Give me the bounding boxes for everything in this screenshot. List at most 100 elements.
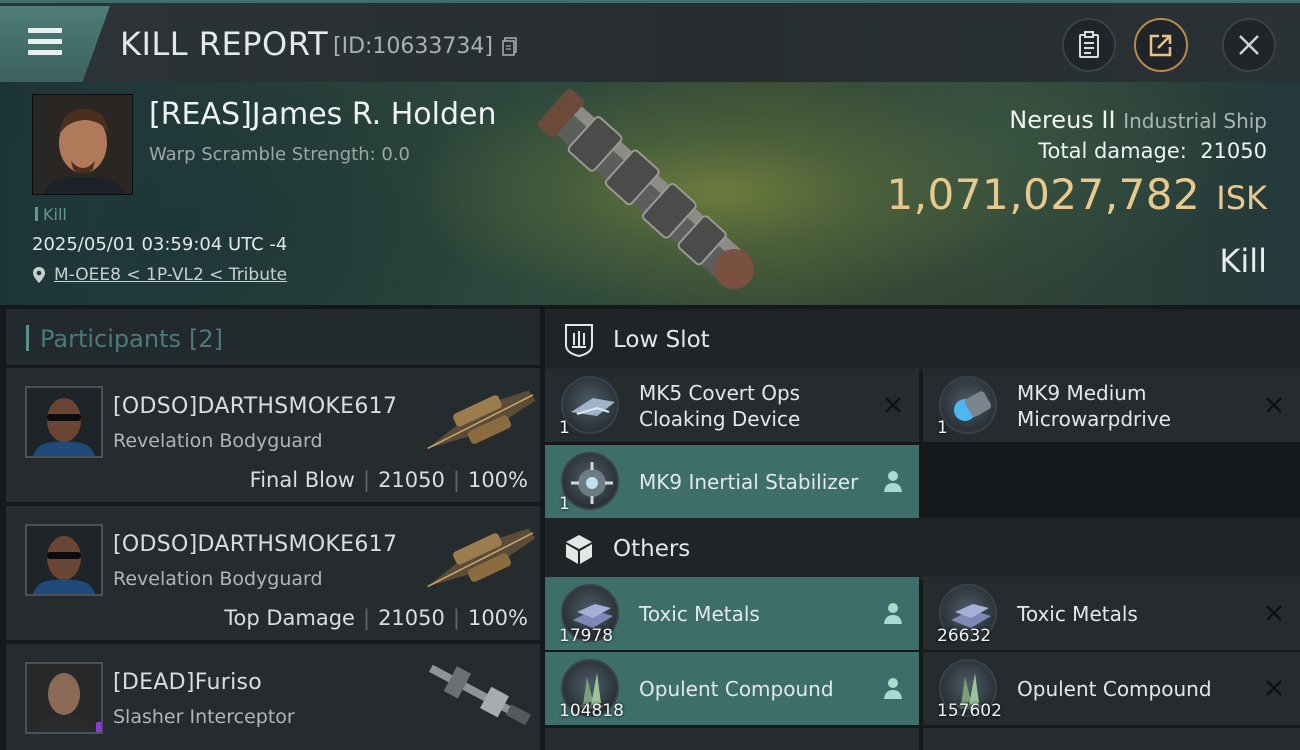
clipboard-icon bbox=[1079, 31, 1099, 58]
destroyed-icon bbox=[885, 397, 901, 413]
page-title: KILL REPORT bbox=[120, 25, 329, 63]
dropped-person-icon bbox=[884, 471, 902, 492]
location-pin-icon bbox=[33, 267, 45, 283]
cargo-item[interactable]: 17978 Toxic Metals bbox=[545, 577, 919, 650]
participant-ship-image bbox=[427, 390, 536, 450]
victim-name[interactable]: [REAS]James R. Holden bbox=[149, 97, 496, 132]
participant-damage: 21050 bbox=[378, 606, 445, 630]
portrait-image bbox=[27, 526, 101, 594]
destroyed-icon bbox=[1266, 397, 1282, 413]
participant-row[interactable]: [ODSO]DARTHSMOKE617 Revelation Bodyguard… bbox=[6, 506, 540, 640]
share-icon bbox=[1149, 34, 1172, 57]
menu-icon-bar bbox=[28, 50, 62, 55]
victim-summary: [REAS]James R. Holden Warp Scramble Stre… bbox=[0, 82, 1300, 305]
participants-header[interactable]: Participants [2] bbox=[6, 309, 540, 365]
participant-ship-image bbox=[429, 664, 531, 726]
item-name: MK5 Covert Ops Cloaking Device bbox=[639, 380, 801, 431]
destroyed-icon bbox=[1266, 605, 1282, 621]
total-damage-label: Total damage: bbox=[1038, 139, 1187, 163]
security-badge: i bbox=[96, 722, 101, 732]
portrait-image bbox=[27, 388, 101, 456]
location-link[interactable]: M-OEE8 < 1P-VL2 < Tribute bbox=[54, 265, 287, 285]
participant-name: [ODSO]DARTHSMOKE617 bbox=[113, 394, 398, 419]
isk-value: 1,071,027,782 bbox=[886, 170, 1201, 219]
module-item[interactable]: 1 MK9 Inertial Stabilizer bbox=[545, 445, 919, 518]
title-bar: KILL REPORT [ID:10633734] bbox=[0, 0, 1300, 82]
victim-ship-image bbox=[537, 88, 755, 290]
participant-stats: Top Damage | 21050 | 100% bbox=[224, 606, 528, 630]
copy-icon[interactable] bbox=[502, 37, 517, 56]
item-quantity: 1 bbox=[937, 418, 948, 438]
participant-ship: Slasher Interceptor bbox=[113, 706, 295, 728]
participant-percent: 100% bbox=[467, 606, 528, 630]
victim-portrait[interactable] bbox=[32, 94, 133, 195]
isk-unit: ISK bbox=[1216, 179, 1267, 217]
kill-timestamp: 2025/05/01 03:59:04 UTC -4 bbox=[32, 234, 288, 255]
participant-percent: 100% bbox=[467, 468, 528, 492]
item-name: MK9 Medium Microwarpdrive bbox=[1017, 380, 1171, 431]
others-header: Others bbox=[545, 518, 1300, 580]
menu-button[interactable] bbox=[0, 6, 110, 82]
cargo-item[interactable]: 26632 Toxic Metals bbox=[923, 577, 1300, 650]
module-item[interactable]: 1 MK9 Medium Microwarpdrive bbox=[923, 369, 1300, 442]
participant-portrait bbox=[25, 386, 103, 458]
participant-row[interactable]: i [DEAD]Furiso Slasher Interceptor bbox=[6, 644, 540, 750]
module-item[interactable]: 1 MK5 Covert Ops Cloaking Device bbox=[545, 369, 919, 442]
total-damage: Total damage: 21050 bbox=[1038, 139, 1267, 163]
close-icon bbox=[1239, 35, 1259, 55]
cargo-item[interactable]: 157602 Opulent Compound bbox=[923, 652, 1300, 725]
participant-role: Top Damage bbox=[224, 606, 355, 630]
item-quantity: 1 bbox=[559, 418, 570, 438]
separator: | bbox=[452, 606, 460, 630]
ship-class: Industrial Ship bbox=[1123, 109, 1267, 133]
dropped-person-icon bbox=[884, 603, 902, 624]
item-name: Toxic Metals bbox=[1017, 601, 1138, 626]
others-title: Others bbox=[613, 536, 691, 562]
menu-icon-bar bbox=[28, 39, 62, 44]
participant-damage: 21050 bbox=[378, 468, 445, 492]
low-slot-header: Low Slot bbox=[545, 309, 1300, 371]
low-slot-title: Low Slot bbox=[613, 327, 710, 353]
cargo-item[interactable] bbox=[545, 728, 919, 750]
participant-portrait bbox=[25, 524, 103, 596]
kill-location[interactable]: M-OEE8 < 1P-VL2 < Tribute bbox=[32, 265, 287, 285]
item-name: MK9 Inertial Stabilizer bbox=[639, 469, 859, 494]
participants-count: [2] bbox=[188, 325, 223, 353]
report-button[interactable] bbox=[1062, 18, 1116, 72]
close-button[interactable] bbox=[1222, 18, 1276, 72]
item-quantity: 104818 bbox=[559, 701, 624, 721]
isk-value-row: 1,071,027,782 ISK bbox=[886, 170, 1267, 219]
item-name: Toxic Metals bbox=[639, 601, 760, 626]
cargo-item[interactable] bbox=[923, 728, 1300, 750]
item-quantity: 26632 bbox=[937, 626, 992, 646]
cargo-box-icon bbox=[566, 535, 592, 564]
portrait-image bbox=[33, 95, 132, 194]
participant-name: [DEAD]Furiso bbox=[113, 670, 263, 695]
item-quantity: 1 bbox=[559, 494, 570, 514]
victim-ship[interactable]: Nereus II Industrial Ship bbox=[1009, 106, 1267, 134]
separator: | bbox=[452, 468, 460, 492]
separator: | bbox=[362, 606, 371, 630]
participant-ship: Revelation Bodyguard bbox=[113, 568, 323, 590]
destroyed-icon bbox=[1266, 680, 1282, 696]
item-name: Opulent Compound bbox=[639, 676, 834, 701]
participant-ship-image bbox=[427, 528, 536, 588]
participant-portrait: i bbox=[25, 662, 103, 734]
item-quantity: 157602 bbox=[937, 701, 1002, 721]
kill-tag: Kill bbox=[35, 205, 67, 224]
dropped-person-icon bbox=[884, 678, 902, 699]
separator: | bbox=[362, 468, 371, 492]
menu-icon bbox=[28, 28, 62, 33]
ship-name: Nereus II bbox=[1009, 106, 1116, 134]
participant-ship: Revelation Bodyguard bbox=[113, 430, 323, 452]
participant-role: Final Blow bbox=[249, 468, 355, 492]
participant-row[interactable]: [ODSO]DARTHSMOKE617 Revelation Bodyguard… bbox=[6, 368, 540, 502]
participant-name: [ODSO]DARTHSMOKE617 bbox=[113, 532, 398, 557]
share-button[interactable] bbox=[1134, 18, 1188, 72]
cargo-item[interactable]: 104818 Opulent Compound bbox=[545, 652, 919, 725]
kill-id: [ID:10633734] bbox=[333, 34, 493, 59]
participant-stats: Final Blow | 21050 | 100% bbox=[250, 468, 528, 492]
item-quantity: 17978 bbox=[559, 626, 614, 646]
item-name: Opulent Compound bbox=[1017, 676, 1212, 701]
low-slot-icon bbox=[565, 324, 593, 357]
